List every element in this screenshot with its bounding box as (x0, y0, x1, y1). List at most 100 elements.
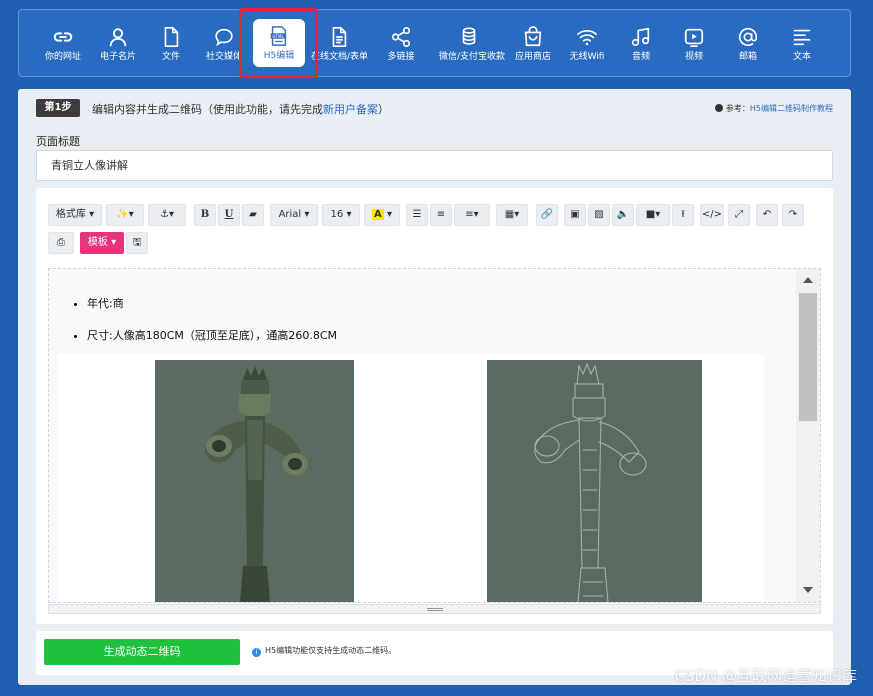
music-icon (631, 27, 650, 47)
step-text-end: ） (378, 103, 389, 116)
style-library-dropdown[interactable]: 格式库 ▾ (48, 204, 102, 226)
magic-wand-icon: ✨ (116, 209, 129, 220)
statue-line-drawing (487, 360, 702, 602)
category-video[interactable]: 视频 (666, 20, 722, 70)
eraser-button[interactable]: ▰ (242, 204, 264, 226)
text-lines-icon (793, 29, 811, 46)
align-dropdown[interactable]: ≡▾ (454, 204, 490, 226)
link-icon (53, 32, 73, 42)
file-icon (164, 27, 179, 47)
watermark: CSDN @互联网运营知识库 (674, 667, 857, 685)
page-title-label: 页面标题 (36, 135, 80, 148)
reference: 参考：H5编辑二维码制作教程 (714, 103, 833, 114)
chat-bubble-icon (215, 28, 233, 47)
ordered-list-button[interactable]: ≡ (430, 204, 452, 226)
magic-wand-dropdown[interactable]: ✨▾ (106, 204, 144, 226)
image-gallery-button[interactable]: ▣ (564, 204, 586, 226)
category-label: 邮箱 (738, 52, 757, 62)
bold-button[interactable]: B (194, 204, 216, 226)
bold-icon: B (200, 209, 210, 220)
fullscreen-button[interactable]: ⤢ (728, 204, 750, 226)
resize-handle[interactable] (48, 604, 821, 614)
anchor-icon: ⚓ (160, 209, 169, 220)
save-icon: 🖫 (132, 237, 142, 248)
table-dropdown[interactable]: ▦▾ (496, 204, 528, 226)
editor-content[interactable]: 年代:商 尺寸:人像高180CM（冠顶至足底），通高260.8CM (48, 268, 821, 603)
step-badge: 第1步 (36, 99, 80, 117)
category-vcard[interactable]: 电子名片 (90, 20, 146, 70)
print-button[interactable]: ⎙ (48, 232, 74, 254)
printer-icon: ⎙ (57, 237, 65, 248)
category-text[interactable]: 文本 (774, 20, 830, 70)
grip-icon (427, 608, 443, 609)
font-family-dropdown[interactable]: Arial ▾ (270, 204, 318, 226)
document-icon (332, 27, 347, 47)
category-email[interactable]: 邮箱 (720, 20, 776, 70)
scroll-up-arrow[interactable] (803, 277, 813, 283)
image-button[interactable]: ▨ (588, 204, 610, 226)
audio-button[interactable]: 🔈 (612, 204, 634, 226)
bag-icon (524, 26, 542, 47)
page-title-input[interactable]: 青铜立人像讲解 (36, 150, 833, 181)
person-icon (109, 28, 127, 47)
coins-icon (462, 27, 476, 45)
tutorial-link[interactable]: H5编辑二维码制作教程 (750, 104, 833, 113)
scroll-down-arrow[interactable] (803, 587, 813, 593)
info-icon (714, 104, 723, 112)
reference-prefix: 参考： (725, 104, 750, 113)
link-button[interactable]: 🔗 (536, 204, 558, 226)
category-label: 无线Wifi (569, 52, 605, 62)
underline-icon: U (224, 209, 234, 220)
font-size-value: 16 (330, 209, 344, 220)
undo-icon: ↶ (762, 209, 772, 220)
unordered-list-button[interactable]: ☰ (406, 204, 428, 226)
category-audio[interactable]: 音频 (613, 20, 669, 70)
template-label: 模板 (87, 237, 108, 248)
font-family-value: Arial (278, 209, 302, 220)
redo-icon: ↷ (788, 209, 798, 220)
category-label: 视频 (684, 52, 703, 62)
category-label: 文件 (161, 52, 180, 62)
category-label: 微信/支付宝收款 (439, 52, 506, 62)
code-view-button[interactable]: </> (700, 204, 724, 226)
upload-button[interactable]: ⭱ (672, 204, 694, 226)
category-label: 多链接 (387, 52, 415, 62)
generate-note-text: H5编辑功能仅支持生成动态二维码。 (265, 646, 397, 655)
font-size-dropdown[interactable]: 16 ▾ (322, 204, 360, 226)
style-library-label: 格式库 (55, 209, 86, 220)
category-label: 文本 (792, 52, 811, 62)
category-app-store[interactable]: 应用商店 (505, 20, 561, 70)
underline-button[interactable]: U (218, 204, 240, 226)
category-online-doc[interactable]: 在线文档/表单 (311, 20, 369, 70)
highlight-box (239, 8, 318, 78)
category-label: 音频 (631, 52, 650, 62)
rich-text-editor: 格式库 ▾ ✨▾ ⚓▾ B U ▰ Arial ▾ 16 ▾ A ▾ ☰ ≡ ≡… (36, 188, 833, 624)
category-wifi[interactable]: 无线Wifi (559, 20, 615, 70)
list-item: 年代:商 (87, 295, 337, 311)
category-label: 你的网址 (44, 52, 81, 62)
save-button[interactable]: 🖫 (126, 232, 148, 254)
list-item: 尺寸:人像高180CM（冠顶至足底），通高260.8CM (87, 327, 337, 343)
register-link[interactable]: 新用户备案 (323, 103, 378, 116)
anchor-dropdown[interactable]: ⚓▾ (148, 204, 186, 226)
link-icon: 🔗 (540, 209, 554, 220)
category-label: 电子名片 (99, 52, 136, 62)
code-icon: </> (701, 209, 723, 220)
info-icon: i (252, 648, 261, 657)
category-file[interactable]: 文件 (143, 20, 199, 70)
content-list: 年代:商 尺寸:人像高180CM（冠顶至足底），通高260.8CM (87, 295, 337, 359)
generate-qrcode-button[interactable]: 生成动态二维码 (44, 639, 240, 665)
category-payment[interactable]: 微信/支付宝收款 (439, 20, 506, 70)
image-icon: ▨ (594, 209, 604, 220)
category-multi-link[interactable]: 多链接 (373, 20, 429, 70)
fullscreen-icon: ⤢ (735, 209, 743, 220)
video-dropdown[interactable]: ■▾ (636, 204, 670, 226)
undo-button[interactable]: ↶ (756, 204, 778, 226)
redo-button[interactable]: ↷ (782, 204, 804, 226)
template-dropdown[interactable]: 模板 ▾ (80, 232, 124, 254)
scroll-thumb[interactable] (799, 293, 817, 421)
category-label: 在线文档/表单 (311, 52, 369, 62)
category-url[interactable]: 你的网址 (35, 20, 91, 70)
vertical-scrollbar[interactable] (796, 269, 820, 602)
font-color-dropdown[interactable]: A ▾ (364, 204, 400, 226)
